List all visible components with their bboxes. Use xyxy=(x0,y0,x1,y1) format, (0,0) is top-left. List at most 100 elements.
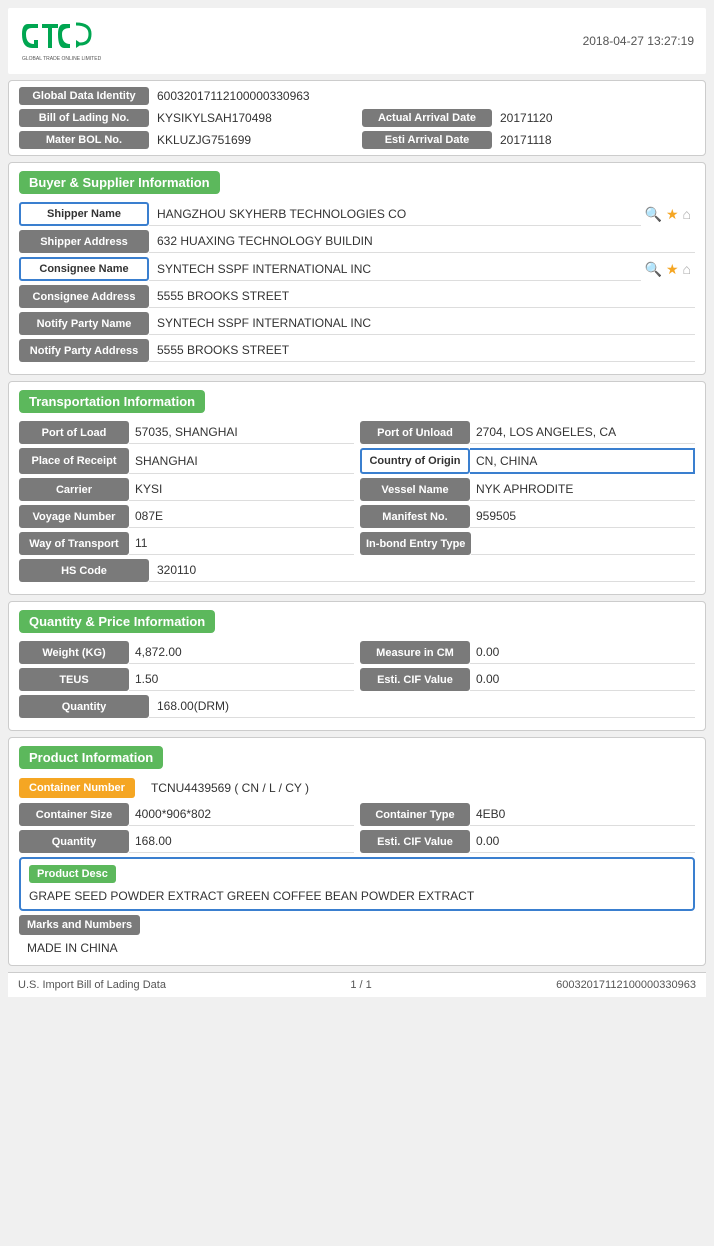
way-inbond-row: Way of Transport 11 In-bond Entry Type xyxy=(19,532,695,555)
actual-arrival-label: Actual Arrival Date xyxy=(362,109,492,127)
master-bol-value: KKLUZJG751699 xyxy=(157,133,352,147)
notify-party-name-row: Notify Party Name SYNTECH SSPF INTERNATI… xyxy=(19,312,695,335)
marks-row: Marks and Numbers MADE IN CHINA xyxy=(19,915,695,957)
product-quantity-label: Quantity xyxy=(19,830,129,853)
teus-cif-row: TEUS 1.50 Esti. CIF Value 0.00 xyxy=(19,668,695,691)
identity-bar: Global Data Identity 6003201711210000033… xyxy=(8,80,706,156)
country-origin-label: Country of Origin xyxy=(360,448,470,474)
teus-value: 1.50 xyxy=(129,668,354,691)
footer-center: 1 / 1 xyxy=(350,979,371,991)
home-icon-2[interactable]: ⌂ xyxy=(683,261,691,277)
shipper-name-value: HANGZHOU SKYHERB TECHNOLOGIES CO xyxy=(149,202,641,226)
star-icon-2[interactable]: ★ xyxy=(666,261,679,278)
transportation-title: Transportation Information xyxy=(19,390,205,413)
product-esti-cif-value: 0.00 xyxy=(470,830,695,853)
way-transport-label: Way of Transport xyxy=(19,532,129,555)
receipt-origin-row: Place of Receipt SHANGHAI Country of Ori… xyxy=(19,448,695,474)
inbond-value xyxy=(471,532,695,555)
product-desc-value: GRAPE SEED POWDER EXTRACT GREEN COFFEE B… xyxy=(29,889,685,903)
weight-measure-row: Weight (KG) 4,872.00 Measure in CM 0.00 xyxy=(19,641,695,664)
container-number-row: Container Number TCNU4439569 ( CN / L / … xyxy=(19,777,695,799)
way-transport-value: 11 xyxy=(129,532,354,555)
inbond-label: In-bond Entry Type xyxy=(360,532,471,555)
esti-arrival-value: 20171118 xyxy=(500,133,695,147)
voyage-value: 087E xyxy=(129,505,354,528)
transportation-section: Transportation Information Port of Load … xyxy=(8,381,706,595)
teus-label: TEUS xyxy=(19,668,129,691)
notify-party-address-value: 5555 BROOKS STREET xyxy=(149,339,695,362)
manifest-label: Manifest No. xyxy=(360,505,470,528)
svg-text:GLOBAL TRADE ONLINE LIMITED: GLOBAL TRADE ONLINE LIMITED xyxy=(22,56,102,62)
quantity-qp-label: Quantity xyxy=(19,695,149,718)
quantity-price-section: Quantity & Price Information Weight (KG)… xyxy=(8,601,706,731)
product-section: Product Information Container Number TCN… xyxy=(8,737,706,966)
notify-party-name-label: Notify Party Name xyxy=(19,312,149,335)
hs-code-label: HS Code xyxy=(19,559,149,582)
logo: GLOBAL TRADE ONLINE LIMITED xyxy=(20,16,110,66)
consignee-address-value: 5555 BROOKS STREET xyxy=(149,285,695,308)
esti-cif-qp-value: 0.00 xyxy=(470,668,695,691)
carrier-value: KYSI xyxy=(129,478,354,501)
star-icon[interactable]: ★ xyxy=(666,206,679,223)
country-origin-value: CN, CHINA xyxy=(470,448,695,474)
container-type-value: 4EB0 xyxy=(470,803,695,826)
esti-cif-qp-label: Esti. CIF Value xyxy=(360,668,470,691)
carrier-label: Carrier xyxy=(19,478,129,501)
container-size-label: Container Size xyxy=(19,803,129,826)
hs-code-value: 320110 xyxy=(149,559,695,582)
shipper-address-value: 632 HUAXING TECHNOLOGY BUILDIN xyxy=(149,230,695,253)
product-esti-cif-label: Esti. CIF Value xyxy=(360,830,470,853)
footer-left: U.S. Import Bill of Lading Data xyxy=(18,979,166,991)
hs-code-row: HS Code 320110 xyxy=(19,559,695,582)
product-quantity-value: 168.00 xyxy=(129,830,354,853)
carrier-vessel-row: Carrier KYSI Vessel Name NYK APHRODITE xyxy=(19,478,695,501)
port-unload-label: Port of Unload xyxy=(360,421,470,444)
notify-party-address-label: Notify Party Address xyxy=(19,339,149,362)
page-header: GLOBAL TRADE ONLINE LIMITED 2018-04-27 1… xyxy=(8,8,706,74)
marks-value: MADE IN CHINA xyxy=(19,939,695,957)
voyage-manifest-row: Voyage Number 087E Manifest No. 959505 xyxy=(19,505,695,528)
port-load-value: 57035, SHANGHAI xyxy=(129,421,354,444)
shipper-name-row: Shipper Name HANGZHOU SKYHERB TECHNOLOGI… xyxy=(19,202,695,226)
quantity-cif-product-row: Quantity 168.00 Esti. CIF Value 0.00 xyxy=(19,830,695,853)
measure-label: Measure in CM xyxy=(360,641,470,664)
consignee-name-label: Consignee Name xyxy=(19,257,149,281)
notify-party-name-value: SYNTECH SSPF INTERNATIONAL INC xyxy=(149,312,695,335)
global-data-label: Global Data Identity xyxy=(19,87,149,105)
weight-value: 4,872.00 xyxy=(129,641,354,664)
voyage-label: Voyage Number xyxy=(19,505,129,528)
quantity-price-title: Quantity & Price Information xyxy=(19,610,215,633)
vessel-name-label: Vessel Name xyxy=(360,478,470,501)
place-receipt-value: SHANGHAI xyxy=(129,448,354,474)
buyer-supplier-section: Buyer & Supplier Information Shipper Nam… xyxy=(8,162,706,375)
manifest-value: 959505 xyxy=(470,505,695,528)
search-icon-2[interactable]: 🔍 xyxy=(645,261,662,278)
weight-label: Weight (KG) xyxy=(19,641,129,664)
shipper-address-row: Shipper Address 632 HUAXING TECHNOLOGY B… xyxy=(19,230,695,253)
port-unload-value: 2704, LOS ANGELES, CA xyxy=(470,421,695,444)
container-size-type-row: Container Size 4000*906*802 Container Ty… xyxy=(19,803,695,826)
measure-value: 0.00 xyxy=(470,641,695,664)
footer-right: 60032017112100000330963 xyxy=(556,979,696,991)
consignee-address-row: Consignee Address 5555 BROOKS STREET xyxy=(19,285,695,308)
search-icon[interactable]: 🔍 xyxy=(645,206,662,223)
bol-value: KYSIKYLSAH170498 xyxy=(157,111,352,125)
bol-label: Bill of Lading No. xyxy=(19,109,149,127)
product-title: Product Information xyxy=(19,746,163,769)
consignee-name-row: Consignee Name SYNTECH SSPF INTERNATIONA… xyxy=(19,257,695,281)
product-desc-label: Product Desc xyxy=(29,865,116,883)
quantity-qp-row: Quantity 168.00(DRM) xyxy=(19,695,695,718)
esti-arrival-label: Esti Arrival Date xyxy=(362,131,492,149)
place-receipt-label: Place of Receipt xyxy=(19,448,129,474)
consignee-address-label: Consignee Address xyxy=(19,285,149,308)
page-footer: U.S. Import Bill of Lading Data 1 / 1 60… xyxy=(8,972,706,997)
header-datetime: 2018-04-27 13:27:19 xyxy=(583,34,694,48)
container-number-label: Container Number xyxy=(19,778,135,798)
container-number-value: TCNU4439569 ( CN / L / CY ) xyxy=(143,777,695,799)
global-data-value: 60032017112100000330963 xyxy=(157,89,695,103)
marks-label: Marks and Numbers xyxy=(19,915,140,935)
home-icon[interactable]: ⌂ xyxy=(683,206,691,222)
master-bol-label: Mater BOL No. xyxy=(19,131,149,149)
buyer-supplier-title: Buyer & Supplier Information xyxy=(19,171,220,194)
vessel-name-value: NYK APHRODITE xyxy=(470,478,695,501)
